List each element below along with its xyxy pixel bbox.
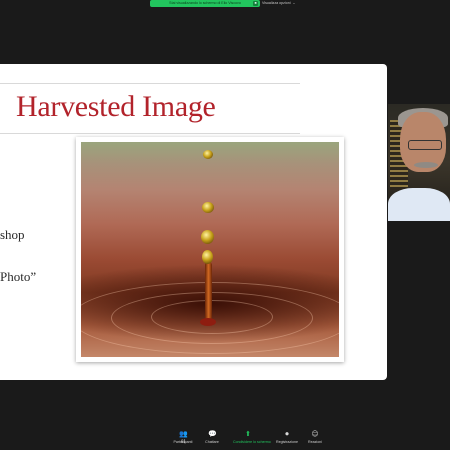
water-drop-photo <box>81 142 339 357</box>
share-screen-label: Condividere lo schermo <box>233 440 271 444</box>
participant-glasses <box>408 140 442 150</box>
shared-slide: Harvested Image shop Photo” <box>0 64 387 380</box>
top-banner: Stai visualizzando lo schermo di Elio Vi… <box>0 0 450 14</box>
record-icon: ⏺ <box>285 430 289 438</box>
splash-column <box>205 262 212 322</box>
stop-share-icon[interactable]: ■ <box>253 1 258 6</box>
record-button[interactable]: ⏺ Registrazione <box>272 430 302 445</box>
chat-button[interactable]: 💬 Chattare <box>197 430 227 445</box>
slide-bullet-1: shop <box>0 227 25 242</box>
reactions-icon: ☺ <box>311 430 319 438</box>
view-options-label: Visualizza opzioni <box>262 1 291 5</box>
record-label: Registrazione <box>276 440 298 444</box>
slide-photo-frame <box>76 137 344 362</box>
chat-label: Chattare <box>205 440 219 444</box>
droplet-1 <box>203 150 213 159</box>
slide-bullet-2: Photo” <box>0 269 37 284</box>
share-screen-button[interactable]: ⬆ Condividere lo schermo <box>233 430 271 445</box>
participant-mustache <box>414 162 438 168</box>
droplet-2 <box>202 202 214 213</box>
chat-icon: 💬 <box>208 430 217 438</box>
droplet-4 <box>202 250 213 264</box>
participants-label: Partecipanti <box>173 440 193 444</box>
chevron-down-icon: ⌄ <box>292 1 296 5</box>
participant-shirt <box>388 188 450 221</box>
droplet-3 <box>201 230 214 244</box>
participant-video-tile[interactable] <box>388 104 450 221</box>
splash-base <box>200 318 216 326</box>
slide-title: Harvested Image <box>16 90 216 123</box>
participants-button[interactable]: 👥81 Partecipanti <box>168 430 198 445</box>
screen-share-text: Stai visualizzando lo schermo di Elio Vi… <box>169 1 241 5</box>
reactions-label: Reazioni <box>308 440 322 444</box>
share-screen-icon: ⬆ <box>245 430 251 438</box>
slide-top-rule <box>0 83 300 84</box>
view-options-button[interactable]: Visualizza opzioni ⌄ <box>262 0 296 7</box>
ripple-inner <box>151 300 273 334</box>
meeting-toolbar: 👥81 Partecipanti 💬 Chattare ⬆ Condivider… <box>0 430 450 450</box>
screen-share-indicator[interactable]: Stai visualizzando lo schermo di Elio Vi… <box>150 0 260 7</box>
participants-icon: 👥81 <box>179 430 188 445</box>
slide-bottom-rule <box>0 133 300 134</box>
reactions-button[interactable]: ☺ Reazioni <box>300 430 330 445</box>
